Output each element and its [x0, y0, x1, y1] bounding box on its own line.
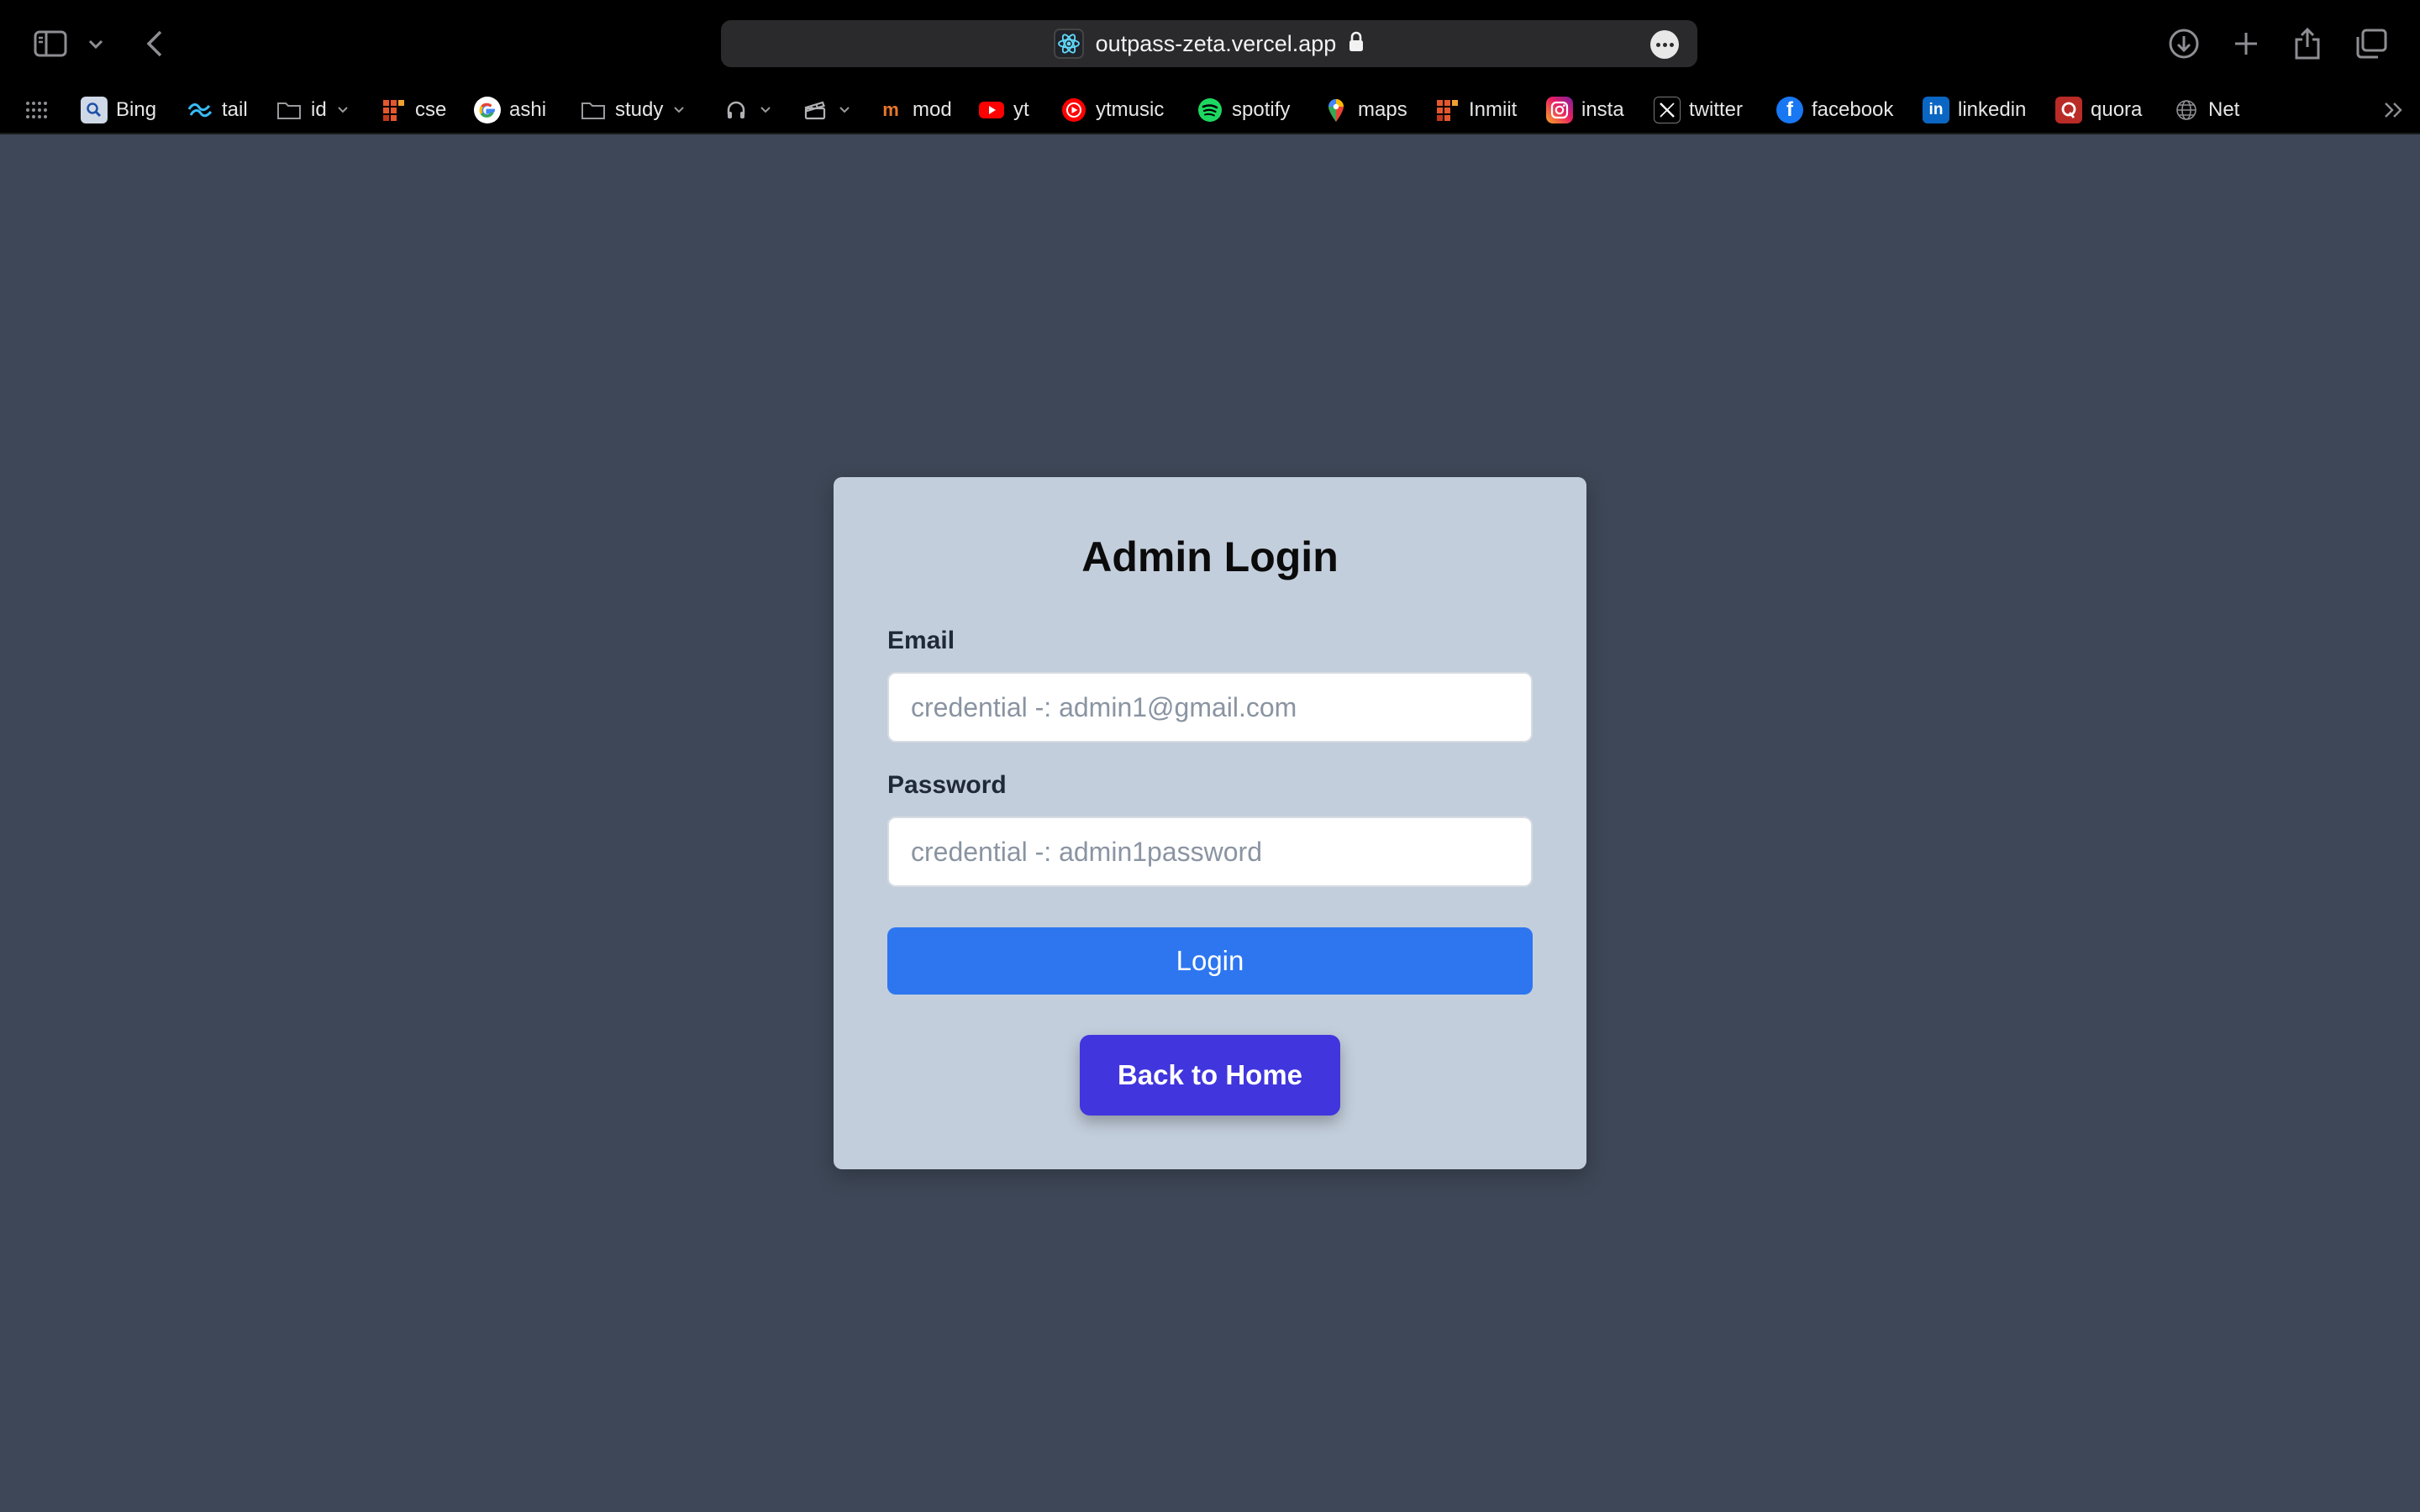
chevron-down-icon	[839, 107, 850, 113]
favorite-label: id	[311, 98, 327, 121]
favorite-label: Inmiit	[1469, 98, 1518, 121]
browser-toolbar: outpass-zeta.vercel.app	[0, 0, 2420, 86]
chevron-down-icon[interactable]	[79, 24, 113, 64]
url-text: outpass-zeta.vercel.app	[1095, 30, 1337, 56]
favorite-folder-study[interactable]: study	[580, 94, 685, 126]
apps-grid-icon[interactable]	[25, 94, 49, 126]
headphones-icon	[723, 97, 750, 123]
favorite-net[interactable]: Net	[2173, 94, 2239, 126]
favorite-label: facebook	[1812, 98, 1894, 121]
clapperboard-icon	[802, 97, 829, 123]
favorite-insta[interactable]: insta	[1546, 94, 1624, 126]
react-icon	[1053, 29, 1084, 59]
linkedin-icon: in	[1923, 97, 1949, 123]
favorite-inmiit[interactable]: Inmiit	[1434, 94, 1517, 126]
favorite-facebook[interactable]: f facebook	[1776, 94, 1893, 126]
globe-icon	[2173, 97, 2200, 123]
favorite-label: yt	[1013, 98, 1029, 121]
favorite-label: Bing	[116, 98, 157, 121]
favorite-mod[interactable]: m mod	[877, 94, 952, 126]
youtube-music-icon	[1060, 97, 1087, 123]
new-tab-plus-icon[interactable]	[2226, 24, 2266, 64]
favorite-yt[interactable]: yt	[978, 94, 1029, 126]
chevron-down-icon	[760, 107, 771, 113]
favorite-label: insta	[1581, 98, 1624, 121]
favorite-folder-movies[interactable]	[802, 94, 850, 126]
page-menu-icon[interactable]	[1650, 30, 1679, 59]
grid-logo-icon	[1434, 97, 1460, 123]
favorite-folder-headphones[interactable]	[723, 94, 771, 126]
password-field[interactable]	[887, 816, 1533, 887]
address-bar[interactable]: outpass-zeta.vercel.app	[721, 20, 1697, 67]
favorite-label: cse	[415, 98, 447, 121]
favorite-label: maps	[1358, 98, 1407, 121]
favorite-spotify[interactable]: spotify	[1197, 94, 1290, 126]
favorite-twitter[interactable]: twitter	[1654, 94, 1743, 126]
favorite-label: Net	[2208, 98, 2240, 121]
favorite-ytmusic[interactable]: ytmusic	[1060, 94, 1164, 126]
bing-icon	[81, 97, 108, 123]
spotify-icon	[1197, 97, 1223, 123]
favorite-label: ytmusic	[1096, 98, 1165, 121]
favorite-label: ashi	[509, 98, 547, 121]
x-icon	[1654, 97, 1681, 123]
google-icon	[474, 97, 501, 123]
favorite-label: tail	[222, 98, 248, 121]
favorite-quora[interactable]: quora	[2055, 94, 2142, 126]
favorite-maps[interactable]: maps	[1323, 94, 1407, 126]
favorite-label: quora	[2091, 98, 2143, 121]
favorite-label: linkedin	[1958, 98, 2027, 121]
email-label: Email	[887, 627, 955, 654]
facebook-icon: f	[1776, 97, 1803, 123]
chevron-down-icon	[337, 107, 348, 113]
password-label: Password	[887, 771, 1007, 799]
lock-icon	[1348, 31, 1365, 57]
maps-pin-icon	[1323, 97, 1349, 123]
more-favorites-icon[interactable]	[2383, 94, 2405, 126]
mod-icon: m	[882, 99, 899, 120]
folder-icon	[580, 97, 607, 123]
favorite-ashi[interactable]: ashi	[474, 94, 546, 126]
favorites-bar: Bing tail id cse ashi study m mod yt ytm…	[0, 86, 2420, 134]
tailwind-icon	[187, 97, 213, 123]
chevron-down-icon	[674, 107, 685, 113]
favorite-tail[interactable]: tail	[187, 94, 248, 126]
login-card: Admin Login Email Password Login Back to…	[834, 477, 1586, 1169]
page-title: Admin Login	[1081, 533, 1339, 580]
back-arrow-icon[interactable]	[134, 24, 175, 64]
share-icon[interactable]	[2287, 24, 2328, 64]
favorite-label: twitter	[1689, 98, 1744, 121]
email-field[interactable]	[887, 672, 1533, 743]
sidebar-toggle-icon[interactable]	[30, 24, 71, 64]
tab-overview-icon[interactable]	[2351, 24, 2391, 64]
favorite-linkedin[interactable]: in linkedin	[1923, 94, 2026, 126]
folder-icon	[276, 97, 302, 123]
favorite-label: mod	[913, 98, 952, 121]
quora-icon	[2055, 97, 2082, 123]
youtube-icon	[978, 97, 1005, 123]
grid-logo-icon	[380, 97, 407, 123]
favorite-label: spotify	[1232, 98, 1291, 121]
instagram-icon	[1546, 97, 1573, 123]
favorite-cse[interactable]: cse	[380, 94, 446, 126]
favorite-bing[interactable]: Bing	[81, 94, 156, 126]
favorite-label: study	[615, 98, 664, 121]
back-to-home-button[interactable]: Back to Home	[1080, 1035, 1340, 1116]
login-button[interactable]: Login	[887, 927, 1533, 995]
download-icon[interactable]	[2164, 24, 2204, 64]
favorite-folder-id[interactable]: id	[276, 94, 349, 126]
